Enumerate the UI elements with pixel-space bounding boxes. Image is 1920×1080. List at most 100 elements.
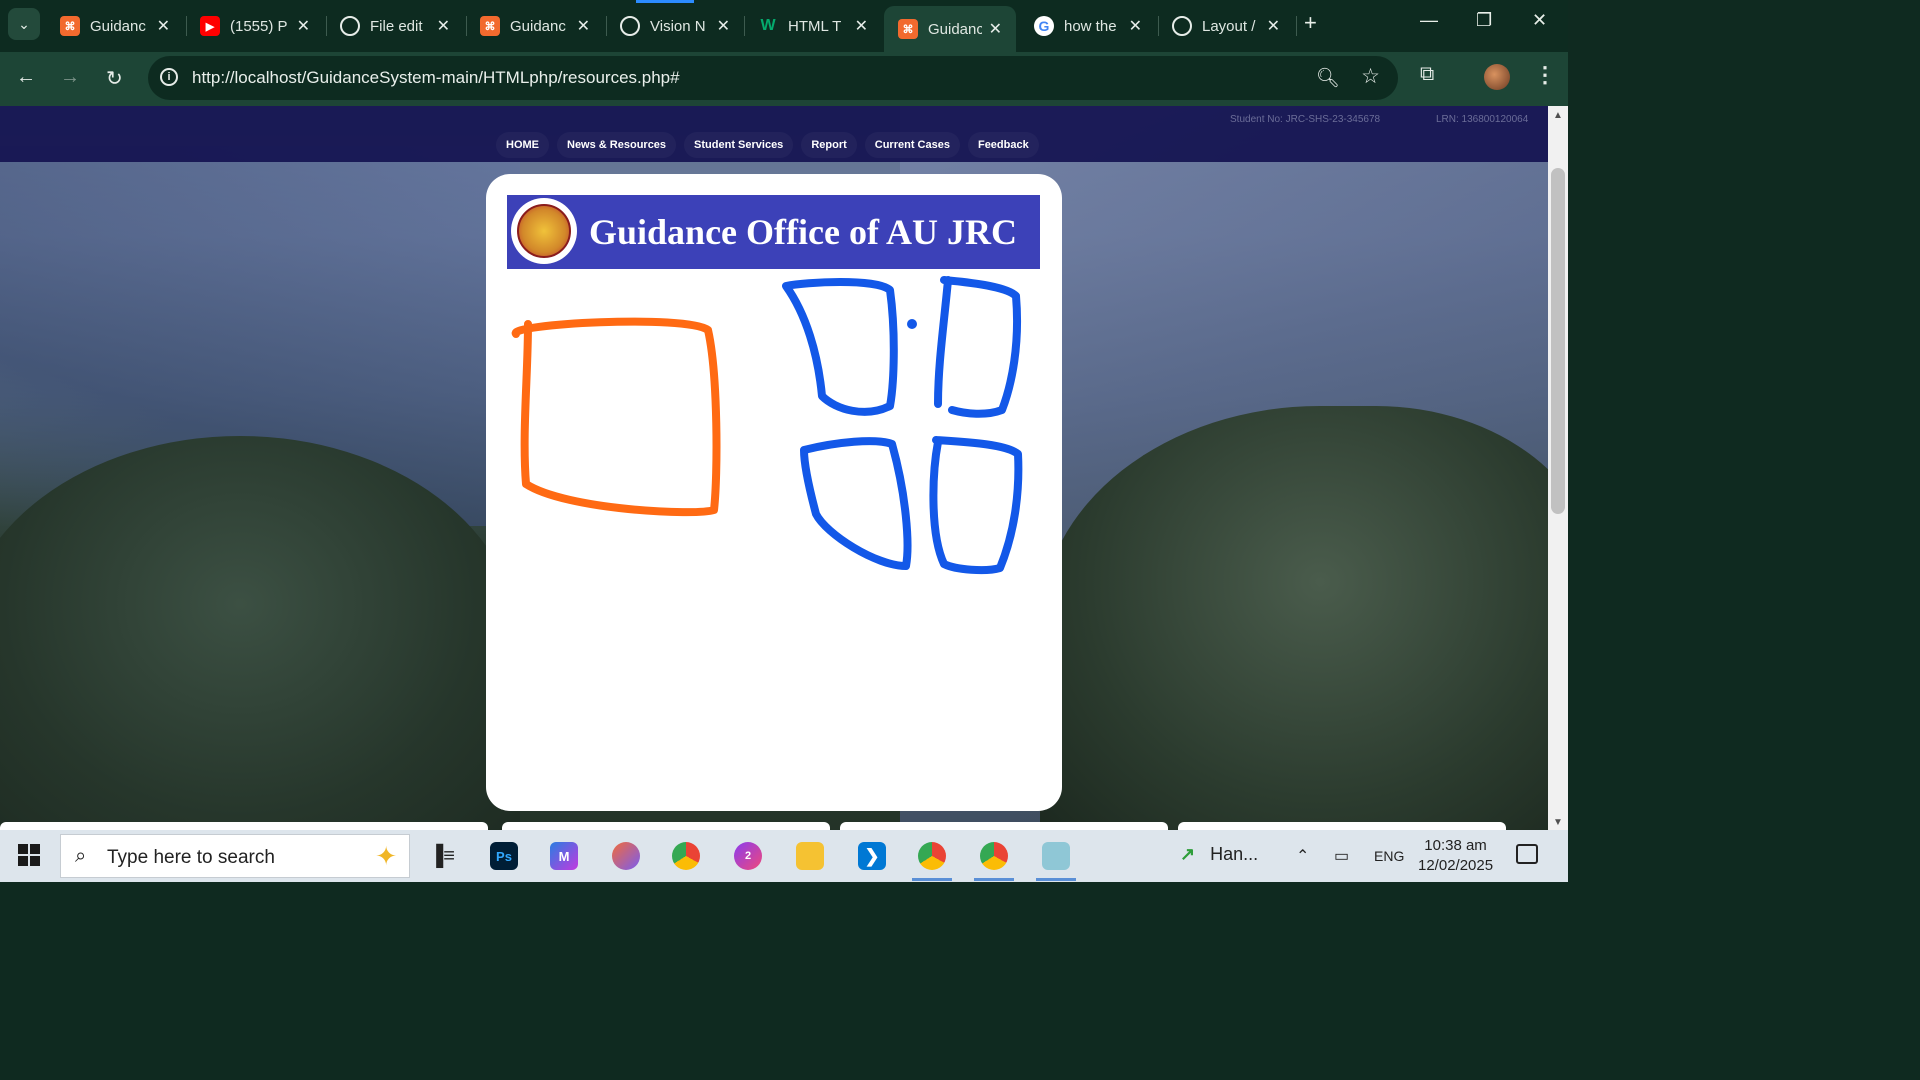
vscode-icon[interactable]: ❯ <box>858 842 886 870</box>
running-indicator <box>974 878 1014 881</box>
bookmark-star-icon[interactable]: ☆ <box>1361 64 1380 89</box>
tab-0[interactable]: ⌘ Guidanc ✕ <box>46 6 184 46</box>
nav-current-cases[interactable]: Current Cases <box>864 132 960 158</box>
scroll-down-arrow-icon[interactable]: ▼ <box>1553 817 1563 828</box>
blue-dot <box>907 319 917 329</box>
orange-box <box>511 317 721 517</box>
site-nav: HOME News & Resources Student Services R… <box>496 132 1039 158</box>
extensions-icon[interactable]: ⧉ <box>1420 63 1434 86</box>
photoshop-icon[interactable]: Ps <box>490 842 518 870</box>
tray-app-label: Han... <box>1210 844 1259 864</box>
tab-title: HTML T <box>788 17 842 35</box>
restore-button[interactable]: ❐ <box>1476 10 1492 31</box>
running-indicator <box>1036 878 1076 881</box>
notification-center-icon[interactable] <box>1516 844 1538 864</box>
messenger-icon[interactable]: 2 <box>734 842 762 870</box>
search-placeholder: Type here to search <box>107 847 275 868</box>
tab-title: (1555) P <box>230 17 288 35</box>
scroll-up-arrow-icon[interactable]: ▲ <box>1553 110 1563 121</box>
chrome-icon[interactable] <box>672 842 700 870</box>
forward-button[interactable]: → <box>60 66 80 89</box>
footer-card <box>1178 822 1506 830</box>
close-icon[interactable]: ✕ <box>1129 16 1142 36</box>
browser-tab-strip: ⌄ ⌘ Guidanc ✕ ▶ (1555) P ✕ File edit ✕ ⌘… <box>0 0 1568 52</box>
xampp-icon: ⌘ <box>898 19 918 39</box>
system-clock[interactable]: 10:38 am 12/02/2025 <box>1418 836 1493 876</box>
tab-2[interactable]: File edit ✕ <box>326 6 464 46</box>
nav-home[interactable]: HOME <box>496 132 549 158</box>
tab-3[interactable]: ⌘ Guidanc ✕ <box>466 6 604 46</box>
nav-student-services[interactable]: Student Services <box>684 132 794 158</box>
clock-time: 10:38 am <box>1424 837 1487 854</box>
student-number: Student No: JRC-SHS-23-345678 <box>1230 114 1381 125</box>
back-button[interactable]: ← <box>16 66 36 89</box>
clock-date: 12/02/2025 <box>1418 857 1494 874</box>
scrollbar-thumb[interactable] <box>1551 168 1565 514</box>
file-explorer-icon[interactable] <box>796 842 824 870</box>
chrome-second-profile-icon[interactable] <box>980 842 1008 870</box>
tray-app-hanyu[interactable]: ↗ Han... <box>1180 844 1258 865</box>
search-icon: ⌕ <box>75 845 87 867</box>
tab-title: Guidanc <box>928 20 982 38</box>
w3schools-icon: W <box>760 17 776 34</box>
tab-title: Guidanc <box>510 17 566 35</box>
site-info-icon[interactable]: i <box>160 68 178 86</box>
notes-app-icon[interactable] <box>1042 842 1070 870</box>
running-indicator <box>912 878 952 881</box>
close-icon[interactable]: ✕ <box>1267 16 1280 36</box>
tab-5[interactable]: W HTML T ✕ <box>744 6 882 46</box>
content-card: Guidance Office of AU JRC <box>486 174 1062 811</box>
site-header: Student No: JRC-SHS-23-345678 LRN: 13680… <box>0 106 1548 162</box>
browser-menu-icon[interactable]: ⋮ <box>1534 62 1556 88</box>
close-icon[interactable]: ✕ <box>855 16 868 36</box>
windows-start-button[interactable] <box>18 844 40 866</box>
microsoft365-icon[interactable]: M <box>550 842 578 870</box>
reload-button[interactable]: ↻ <box>106 66 123 91</box>
taskbar-search-box[interactable]: ⌕ Type here to search ✦ <box>60 834 410 878</box>
nav-report[interactable]: Report <box>801 132 857 158</box>
tab-4[interactable]: Vision N ✕ <box>606 6 744 46</box>
tab-6-active[interactable]: ⌘ Guidanc ✕ <box>884 6 1016 52</box>
url-text[interactable]: http://localhost/GuidanceSystem-main/HTM… <box>192 68 680 88</box>
xampp-icon: ⌘ <box>480 16 500 36</box>
page-scrollbar[interactable]: ▲ ▼ <box>1548 106 1568 830</box>
close-icon[interactable]: ✕ <box>989 19 1002 39</box>
signal-chart-icon: ↗ <box>1180 844 1196 864</box>
task-view-icon[interactable]: ▐≡ <box>428 842 456 870</box>
tab-title: Guidanc <box>90 17 146 35</box>
openai-icon <box>1172 16 1192 36</box>
language-indicator[interactable]: ENG <box>1374 848 1404 864</box>
blue-box-top-left <box>782 278 898 416</box>
close-icon[interactable]: ✕ <box>437 16 450 36</box>
tab-search-button[interactable]: ⌄ <box>8 8 40 40</box>
close-icon[interactable]: ✕ <box>577 16 590 36</box>
tab-1[interactable]: ▶ (1555) P ✕ <box>186 6 324 46</box>
nav-news-resources[interactable]: News & Resources <box>557 132 677 158</box>
browser-toolbar: ← → ↻ i http://localhost/GuidanceSystem-… <box>0 52 1568 106</box>
new-tab-button[interactable]: + <box>1304 10 1317 36</box>
close-icon[interactable]: ✕ <box>297 16 310 36</box>
lrn-number: LRN: 136800120064 <box>1436 114 1529 125</box>
nav-feedback[interactable]: Feedback <box>967 132 1039 158</box>
battery-icon[interactable]: ▭ <box>1334 846 1349 866</box>
tab-8[interactable]: Layout / ✕ <box>1158 6 1294 46</box>
profile-avatar[interactable] <box>1484 64 1510 90</box>
windows-taskbar: ⌕ Type here to search ✦ ▐≡ Ps M 2 ❯ ↗ Ha… <box>0 830 1568 882</box>
show-hidden-icons-chevron-icon[interactable]: ⌃ <box>1296 846 1309 866</box>
hand-drawn-layout-sketch <box>511 276 1023 575</box>
copilot-icon[interactable] <box>612 842 640 870</box>
zoom-icon[interactable]: 🔍︎ <box>1316 66 1340 90</box>
chrome-profile-icon[interactable] <box>918 842 946 870</box>
tab-7[interactable]: G how the ✕ <box>1020 6 1156 46</box>
close-window-button[interactable]: ✕ <box>1532 10 1547 31</box>
blue-box-top-right <box>934 276 1022 418</box>
close-icon[interactable]: ✕ <box>717 16 730 36</box>
tab-title: File edit <box>370 17 423 35</box>
footer-card <box>840 822 1168 830</box>
google-icon: G <box>1034 16 1054 36</box>
xampp-icon: ⌘ <box>60 16 80 36</box>
address-bar[interactable]: i http://localhost/GuidanceSystem-main/H… <box>148 56 1398 100</box>
close-icon[interactable]: ✕ <box>157 16 170 36</box>
minimize-button[interactable]: — <box>1420 10 1438 31</box>
tab-title: Layout / <box>1202 17 1256 35</box>
